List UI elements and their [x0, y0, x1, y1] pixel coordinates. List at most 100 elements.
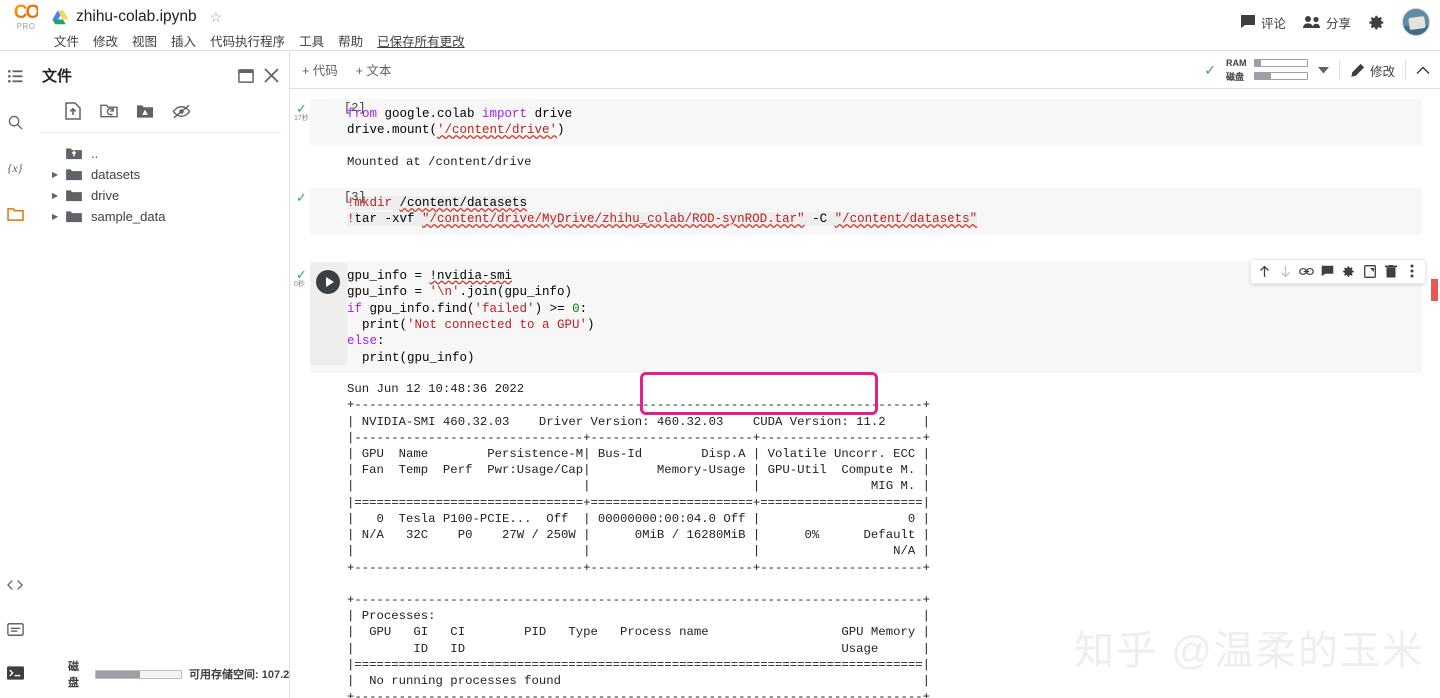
menu-item-insert[interactable]: 插入: [171, 31, 196, 50]
list-item[interactable]: ▶ datasets: [30, 164, 289, 185]
cell-number: [2]: [344, 101, 366, 115]
google-drive-icon: [52, 10, 69, 25]
notebook-title[interactable]: zhihu-colab.ipynb: [76, 8, 197, 26]
ram-label: RAM: [1226, 58, 1248, 68]
chevron-right-icon[interactable]: ▶: [52, 170, 66, 179]
menu-item-file[interactable]: 文件: [54, 31, 79, 50]
comment-label: 评论: [1261, 13, 1286, 32]
share-label: 分享: [1326, 13, 1351, 32]
star-outline-icon[interactable]: ☆: [210, 9, 223, 26]
upload-file-icon[interactable]: [62, 100, 84, 122]
toggle-hidden-icon[interactable]: [170, 100, 192, 122]
files-toolbar: [42, 94, 281, 133]
new-window-icon[interactable]: [238, 69, 254, 83]
code-snippets-icon[interactable]: [4, 574, 26, 596]
notebook-area: + 代码 + 文本 ✓ RAM 磁盘: [290, 51, 1440, 698]
share-button[interactable]: 分享: [1303, 13, 1351, 32]
mount-drive-icon[interactable]: [134, 100, 156, 122]
menu-item-view[interactable]: 视图: [132, 31, 157, 50]
sidebar-rail: {x}: [0, 51, 30, 698]
menu-item-edit[interactable]: 修改: [93, 31, 118, 50]
sidebar-item-files[interactable]: [4, 203, 26, 225]
gear-icon[interactable]: [1368, 14, 1385, 31]
toc-icon[interactable]: [4, 65, 26, 87]
files-panel-title: 文件: [42, 65, 228, 86]
file-name: sample_data: [91, 209, 165, 224]
notebook-scroll[interactable]: ✓ 17秒 [2] from google.colab import drive…: [290, 89, 1440, 698]
comment-icon[interactable]: [1318, 262, 1337, 281]
user-avatar[interactable]: [1402, 8, 1430, 36]
add-text-cell-button[interactable]: + 文本: [356, 60, 392, 79]
files-panel-header: 文件: [30, 51, 289, 94]
command-palette-icon[interactable]: [4, 618, 26, 640]
file-name: drive: [91, 188, 119, 203]
list-item[interactable]: ..: [30, 143, 289, 164]
comment-button[interactable]: 评论: [1240, 13, 1286, 32]
edit-button[interactable]: 修改: [1350, 61, 1395, 80]
title-block: zhihu-colab.ipynb ☆ 文件 修改 视图 插入 代码执行程序 工…: [52, 0, 465, 50]
refresh-folder-icon[interactable]: [98, 100, 120, 122]
watermark: 知乎 @温柔的玉米: [1074, 618, 1424, 676]
terminal-icon[interactable]: [4, 662, 26, 684]
close-icon[interactable]: [264, 68, 279, 83]
list-item[interactable]: ▶ sample_data: [30, 206, 289, 227]
cell-status: ✓ 17秒: [292, 103, 344, 123]
files-panel: 文件: [30, 51, 290, 698]
move-down-icon[interactable]: [1276, 262, 1295, 281]
folder-icon: [66, 210, 85, 223]
menu-item-runtime[interactable]: 代码执行程序: [210, 31, 285, 50]
settings-icon[interactable]: [1339, 262, 1358, 281]
cell-toolbar: [1250, 259, 1426, 284]
file-name: datasets: [91, 167, 140, 182]
toolbar-divider: [1339, 60, 1340, 80]
menu-item-tools[interactable]: 工具: [299, 31, 324, 50]
check-icon: ✓: [292, 103, 344, 114]
toolbar-right: ✓ RAM 磁盘: [1204, 51, 1430, 89]
disk-meter-toolbar: [1254, 72, 1308, 80]
list-item[interactable]: ▶ drive: [30, 185, 289, 206]
colab-logo-text: CO: [14, 4, 39, 21]
move-up-icon[interactable]: [1255, 262, 1274, 281]
disk-meter: [95, 670, 182, 679]
toolbar-divider-2: [1405, 60, 1406, 80]
code-cell[interactable]: ✓ [3] !mkdir /content/datasets !tar -xvf…: [290, 184, 1440, 235]
code-cell[interactable]: ✓ 17秒 [2] from google.colab import drive…: [290, 95, 1440, 174]
menu-item-help[interactable]: 帮助: [338, 31, 363, 50]
people-icon: [1303, 15, 1321, 29]
chevron-down-icon[interactable]: [1318, 66, 1329, 74]
edit-label: 修改: [1370, 61, 1395, 80]
cell-source[interactable]: from google.colab import drive drive.mou…: [310, 99, 1422, 146]
disk-usage-bar: 磁盘 可用存储空间: 107.28 GB: [68, 658, 315, 690]
folder-icon: [66, 189, 85, 202]
mirror-cell-icon[interactable]: [1360, 262, 1379, 281]
add-code-cell-button[interactable]: + 代码: [302, 60, 338, 79]
top-bar: CO PRO zhihu-colab.ipynb ☆ 文件 修改 视图 插入 代…: [0, 0, 1440, 50]
chevron-right-icon[interactable]: ▶: [52, 191, 66, 200]
disk-label: 磁盘: [68, 658, 88, 690]
file-tree: .. ▶ datasets ▶ drive ▶: [30, 133, 289, 227]
top-right-actions: 评论 分享: [1240, 8, 1430, 36]
resource-meters[interactable]: RAM 磁盘: [1226, 58, 1308, 83]
disk-label: 磁盘: [1226, 70, 1248, 83]
chevron-right-icon[interactable]: ▶: [52, 212, 66, 221]
delete-icon[interactable]: [1381, 262, 1400, 281]
menu-bar: 文件 修改 视图 插入 代码执行程序 工具 帮助 已保存所有更改: [52, 31, 465, 50]
cell-source[interactable]: !mkdir /content/datasets !tar -xvf "/con…: [310, 188, 1422, 235]
file-name: ..: [91, 146, 98, 161]
chevron-up-icon[interactable]: [1416, 66, 1430, 75]
pencil-icon: [1350, 63, 1365, 78]
more-vert-icon[interactable]: [1402, 262, 1421, 281]
link-icon[interactable]: [1297, 262, 1316, 281]
run-cell-button[interactable]: [316, 270, 340, 294]
save-status[interactable]: 已保存所有更改: [377, 31, 465, 50]
notebook-toolbar: + 代码 + 文本 ✓ RAM 磁盘: [290, 51, 1440, 89]
check-icon: ✓: [1204, 62, 1216, 79]
colab-logo[interactable]: CO PRO: [0, 0, 52, 31]
cell-duration: 17秒: [292, 114, 344, 123]
check-icon: ✓: [292, 192, 344, 203]
variables-icon[interactable]: {x}: [4, 157, 26, 179]
folder-icon: [66, 168, 85, 181]
ram-meter: [1254, 59, 1308, 67]
search-icon[interactable]: [4, 111, 26, 133]
cell-output: Mounted at /content/drive: [347, 146, 1440, 174]
